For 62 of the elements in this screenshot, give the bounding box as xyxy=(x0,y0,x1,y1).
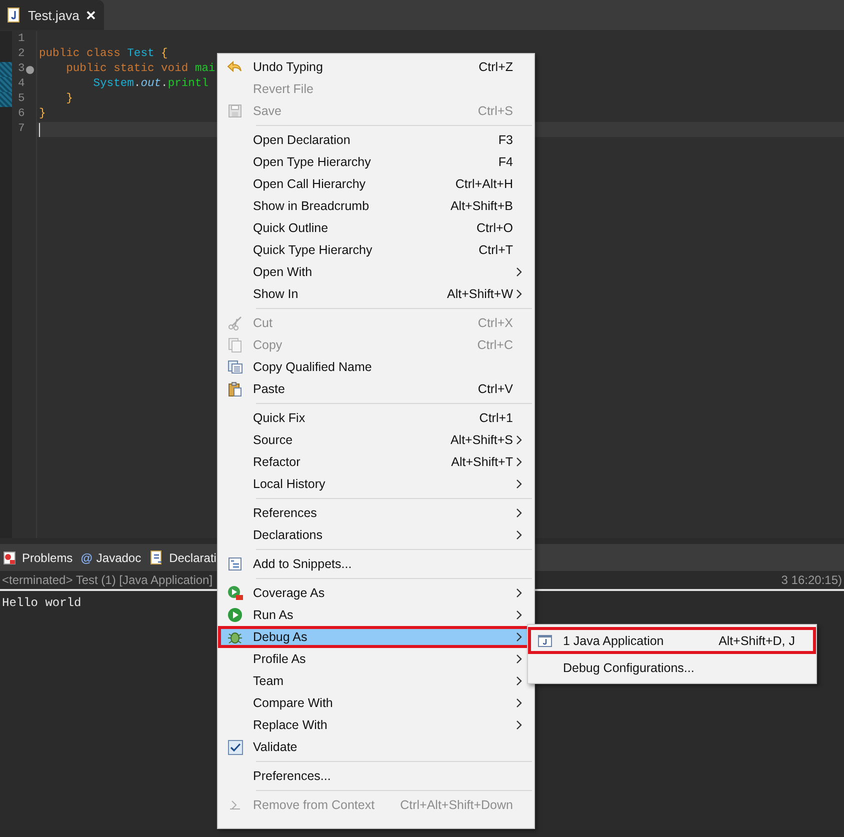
coverage-icon xyxy=(227,585,243,601)
menu-item[interactable]: Compare With xyxy=(218,692,534,714)
console-output: Hello world xyxy=(2,595,82,611)
menu-item[interactable]: Coverage As xyxy=(218,582,534,604)
menu-item[interactable]: Undo Typing Ctrl+Z xyxy=(218,56,534,78)
menu-item[interactable]: Quick Type Hierarchy Ctrl+T xyxy=(218,239,534,261)
clipboard-icon xyxy=(227,381,243,397)
menu-item[interactable]: Show in Breadcrumb Alt+Shift+B xyxy=(218,195,534,217)
at-sign-icon: @ xyxy=(80,550,92,564)
menu-item[interactable]: Quick Outline Ctrl+O xyxy=(218,217,534,239)
code-line: public class Test { xyxy=(39,47,168,62)
menu-item[interactable]: Refactor Alt+Shift+T xyxy=(218,451,534,473)
problems-icon xyxy=(2,550,18,566)
java-file-icon xyxy=(6,7,22,23)
menu-item[interactable]: Preferences... xyxy=(218,765,534,787)
snippet-icon xyxy=(227,556,243,572)
line-number: 4 xyxy=(18,77,25,92)
checkbox[interactable] xyxy=(228,740,242,754)
code-line: System.out.printl xyxy=(92,77,209,92)
line-number: 3 xyxy=(18,62,25,77)
tab-title: Test.java xyxy=(28,8,80,22)
menu-item[interactable]: Quick Fix Ctrl+1 xyxy=(218,407,534,429)
editor-tab[interactable]: Test.java ✕ xyxy=(0,0,104,30)
copy-icon xyxy=(227,337,243,353)
scissors-icon xyxy=(227,315,243,331)
text-cursor xyxy=(39,122,40,136)
menu-item[interactable]: Add to Snippets... xyxy=(218,553,534,575)
line-number: 1 xyxy=(18,32,25,47)
menu-item[interactable]: References xyxy=(218,502,534,524)
line-number: 7 xyxy=(18,122,25,137)
menu-item[interactable]: Open Declaration F3 xyxy=(218,129,534,151)
line-number: 2 xyxy=(18,47,25,62)
code-line: } xyxy=(39,107,46,122)
close-button[interactable]: ✕ xyxy=(85,8,96,22)
menu-item[interactable]: Paste Ctrl+V xyxy=(218,378,534,400)
menu-item[interactable]: Open Type Hierarchy F4 xyxy=(218,151,534,173)
menu-item[interactable]: Copy Qualified Name xyxy=(218,356,534,378)
line-number: 6 xyxy=(18,107,25,122)
menu-item[interactable]: Debug Configurations... xyxy=(528,654,816,681)
menu-item[interactable]: Open Call Hierarchy Ctrl+Alt+H xyxy=(218,173,534,195)
menu-item[interactable]: Declarations xyxy=(218,524,534,546)
panel-tab[interactable]: @ Javadoc xyxy=(80,550,142,564)
copy-name-icon xyxy=(227,359,243,375)
menu-item[interactable]: Run As xyxy=(218,604,534,626)
code-line: } xyxy=(65,92,73,107)
menu-item[interactable]: Validate xyxy=(218,736,534,758)
menu-item[interactable]: Replace With xyxy=(218,714,534,736)
menu-item[interactable]: Local History xyxy=(218,473,534,495)
save-icon xyxy=(227,103,243,119)
run-icon xyxy=(227,607,243,623)
panel-tab[interactable]: Declarati xyxy=(149,550,216,566)
menu-item[interactable]: Source Alt+Shift+S xyxy=(218,429,534,451)
menu-item[interactable]: Show In Alt+Shift+W xyxy=(218,283,534,305)
menu-item[interactable]: Open With xyxy=(218,261,534,283)
code-line: public static void mai xyxy=(65,62,216,77)
java-app-icon xyxy=(537,632,553,648)
console-status: 3 16:20:15) xyxy=(781,573,842,587)
panel-tab[interactable]: Problems xyxy=(2,550,73,566)
undo-arrow-icon xyxy=(227,59,243,75)
console-status: <terminated> Test (1) [Java Application] xyxy=(2,573,213,587)
line-number: 5 xyxy=(18,92,25,107)
fold-icon[interactable] xyxy=(26,66,34,74)
